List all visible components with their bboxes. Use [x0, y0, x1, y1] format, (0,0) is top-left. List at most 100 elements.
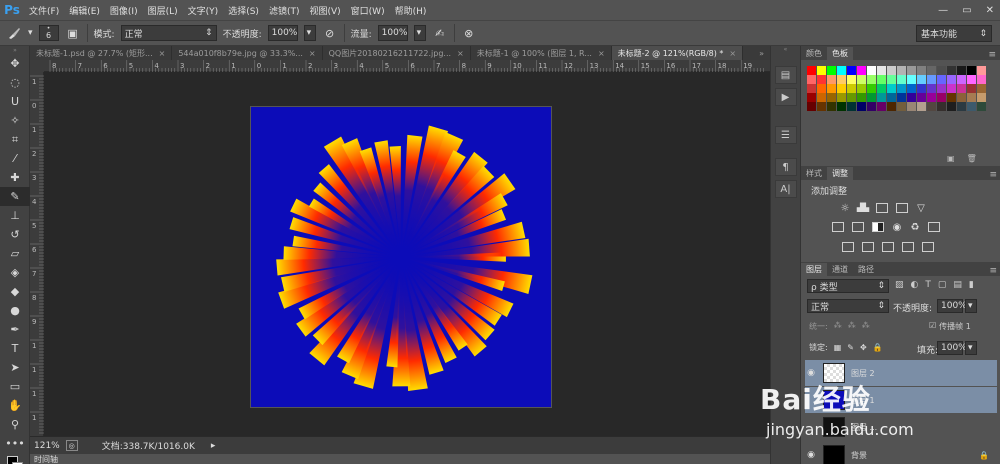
color-swatch[interactable] — [817, 84, 827, 93]
exposure-icon[interactable] — [896, 203, 908, 213]
color-swatch[interactable] — [827, 75, 837, 84]
color-swatch[interactable] — [967, 84, 977, 93]
move-tool-icon[interactable]: ✥ — [0, 54, 30, 73]
lock-all-icon[interactable]: 🔒 — [873, 343, 883, 352]
flow-input[interactable]: 100% — [377, 25, 408, 41]
color-swatch[interactable] — [817, 66, 827, 75]
color-swatch[interactable] — [917, 102, 927, 111]
color-swatch[interactable] — [897, 75, 907, 84]
panel-grip[interactable]: » — [0, 46, 30, 54]
pen-tool-icon[interactable]: ✒ — [0, 320, 30, 339]
airbrush-icon[interactable]: ✍ — [432, 25, 448, 41]
panel-menu-icon[interactable]: ≡ — [989, 170, 1000, 180]
paragraph-panel-icon[interactable]: ¶ — [774, 158, 797, 176]
horizontal-ruler[interactable]: 8 7 6 5 4 3 2 1 0 1 2 3 4 5 6 7 8 9 10 11 12 13 14 15 16 17 18 19 — [44, 60, 770, 72]
eye-icon[interactable]: ◉ — [805, 368, 817, 378]
actions-panel-icon[interactable]: ▶ — [774, 88, 797, 106]
color-swatch[interactable] — [827, 102, 837, 111]
color-swatch[interactable] — [887, 102, 897, 111]
color-swatch[interactable] — [947, 75, 957, 84]
color-swatch[interactable] — [917, 84, 927, 93]
color-swatch[interactable] — [837, 84, 847, 93]
filter-toggle-icon[interactable]: ▮ — [969, 280, 974, 290]
curves-icon[interactable] — [876, 203, 888, 213]
color-swatch[interactable] — [887, 93, 897, 102]
color-swatch[interactable] — [837, 66, 847, 75]
close-icon[interactable]: × — [598, 49, 605, 58]
color-swatch[interactable] — [977, 93, 987, 102]
color-swatch[interactable] — [877, 102, 887, 111]
color-swatch[interactable] — [897, 102, 907, 111]
color-swatch[interactable] — [807, 93, 817, 102]
restore-button[interactable]: ▭ — [962, 5, 971, 16]
zoom-level[interactable]: 121% — [34, 441, 60, 451]
color-swatch[interactable] — [917, 93, 927, 102]
color-swatch[interactable] — [847, 84, 857, 93]
color-swatch[interactable] — [897, 66, 907, 75]
color-swatch[interactable] — [947, 66, 957, 75]
close-icon[interactable]: × — [729, 49, 736, 58]
color-swatch[interactable] — [967, 75, 977, 84]
color-swatch[interactable] — [907, 66, 917, 75]
color-swatch[interactable] — [857, 84, 867, 93]
color-swatch[interactable] — [837, 93, 847, 102]
color-swatch[interactable] — [857, 93, 867, 102]
document-tab[interactable]: 544a010f8b79e.jpg @ 33.3%... × — [172, 46, 323, 60]
history-panel-icon[interactable]: ▤ — [774, 66, 797, 84]
color-swatch[interactable] — [867, 75, 877, 84]
color-swatch[interactable] — [807, 66, 817, 75]
color-swatch[interactable] — [847, 75, 857, 84]
ruler-corner[interactable] — [30, 60, 44, 72]
color-swatch[interactable] — [957, 84, 967, 93]
color-swatch[interactable] — [937, 66, 947, 75]
color-swatch[interactable] — [857, 102, 867, 111]
color-swatch[interactable] — [907, 102, 917, 111]
dodge-tool-icon[interactable]: ● — [0, 301, 30, 320]
color-swatch[interactable] — [977, 66, 987, 75]
color-swatch[interactable] — [947, 93, 957, 102]
color-swatch[interactable] — [837, 75, 847, 84]
menu-select[interactable]: 选择(S) — [223, 4, 264, 17]
properties-panel-icon[interactable]: ☰ — [774, 126, 797, 144]
opacity-dropdown[interactable]: ▾ — [303, 25, 316, 41]
lock-position-icon[interactable]: ✥ — [860, 343, 867, 352]
document-canvas[interactable] — [250, 106, 552, 408]
color-swatch[interactable] — [927, 66, 937, 75]
color-swatch[interactable] — [877, 84, 887, 93]
fill-input[interactable]: 100% — [937, 341, 967, 355]
color-balance-icon[interactable] — [852, 222, 864, 232]
tab-channels[interactable]: 通道 — [827, 263, 853, 276]
layer-opacity-dropdown[interactable]: ▾ — [965, 299, 977, 313]
color-swatch[interactable] — [927, 84, 937, 93]
hand-tool-icon[interactable]: ✋ — [0, 396, 30, 415]
close-icon[interactable]: × — [457, 49, 464, 58]
color-swatch[interactable] — [817, 75, 827, 84]
color-swatch[interactable] — [897, 84, 907, 93]
color-swatch[interactable] — [847, 102, 857, 111]
color-swatch[interactable] — [957, 75, 967, 84]
menu-edit[interactable]: 编辑(E) — [64, 4, 105, 17]
close-button[interactable]: ✕ — [986, 5, 994, 16]
document-tab-active[interactable]: 未标题-2 @ 121%(RGB/8) * × — [611, 46, 744, 60]
rectangle-tool-icon[interactable]: ▭ — [0, 377, 30, 396]
smart-object-filter-icon[interactable]: ▤ — [953, 280, 962, 290]
color-swatch[interactable] — [947, 84, 957, 93]
color-swatch[interactable] — [947, 102, 957, 111]
levels-icon[interactable]: ▟▙ — [855, 203, 871, 214]
color-swatch[interactable] — [887, 66, 897, 75]
color-swatch[interactable] — [877, 93, 887, 102]
color-swatch[interactable] — [967, 93, 977, 102]
gradient-map-icon[interactable] — [902, 242, 914, 252]
brush-tool-icon[interactable] — [6, 25, 22, 41]
brightness-icon[interactable]: ☼ — [837, 203, 853, 214]
color-swatch[interactable] — [927, 93, 937, 102]
menu-window[interactable]: 窗口(W) — [346, 4, 390, 17]
color-swatch[interactable] — [907, 75, 917, 84]
color-swatch[interactable] — [817, 102, 827, 111]
vibrance-icon[interactable]: ▽ — [913, 203, 929, 214]
fill-dropdown[interactable]: ▾ — [965, 341, 977, 355]
panel-menu-icon[interactable]: ≡ — [989, 266, 1000, 276]
tab-swatches[interactable]: 色板 — [827, 47, 853, 60]
color-swatch[interactable] — [807, 84, 817, 93]
character-panel-icon[interactable]: A| — [774, 180, 797, 198]
